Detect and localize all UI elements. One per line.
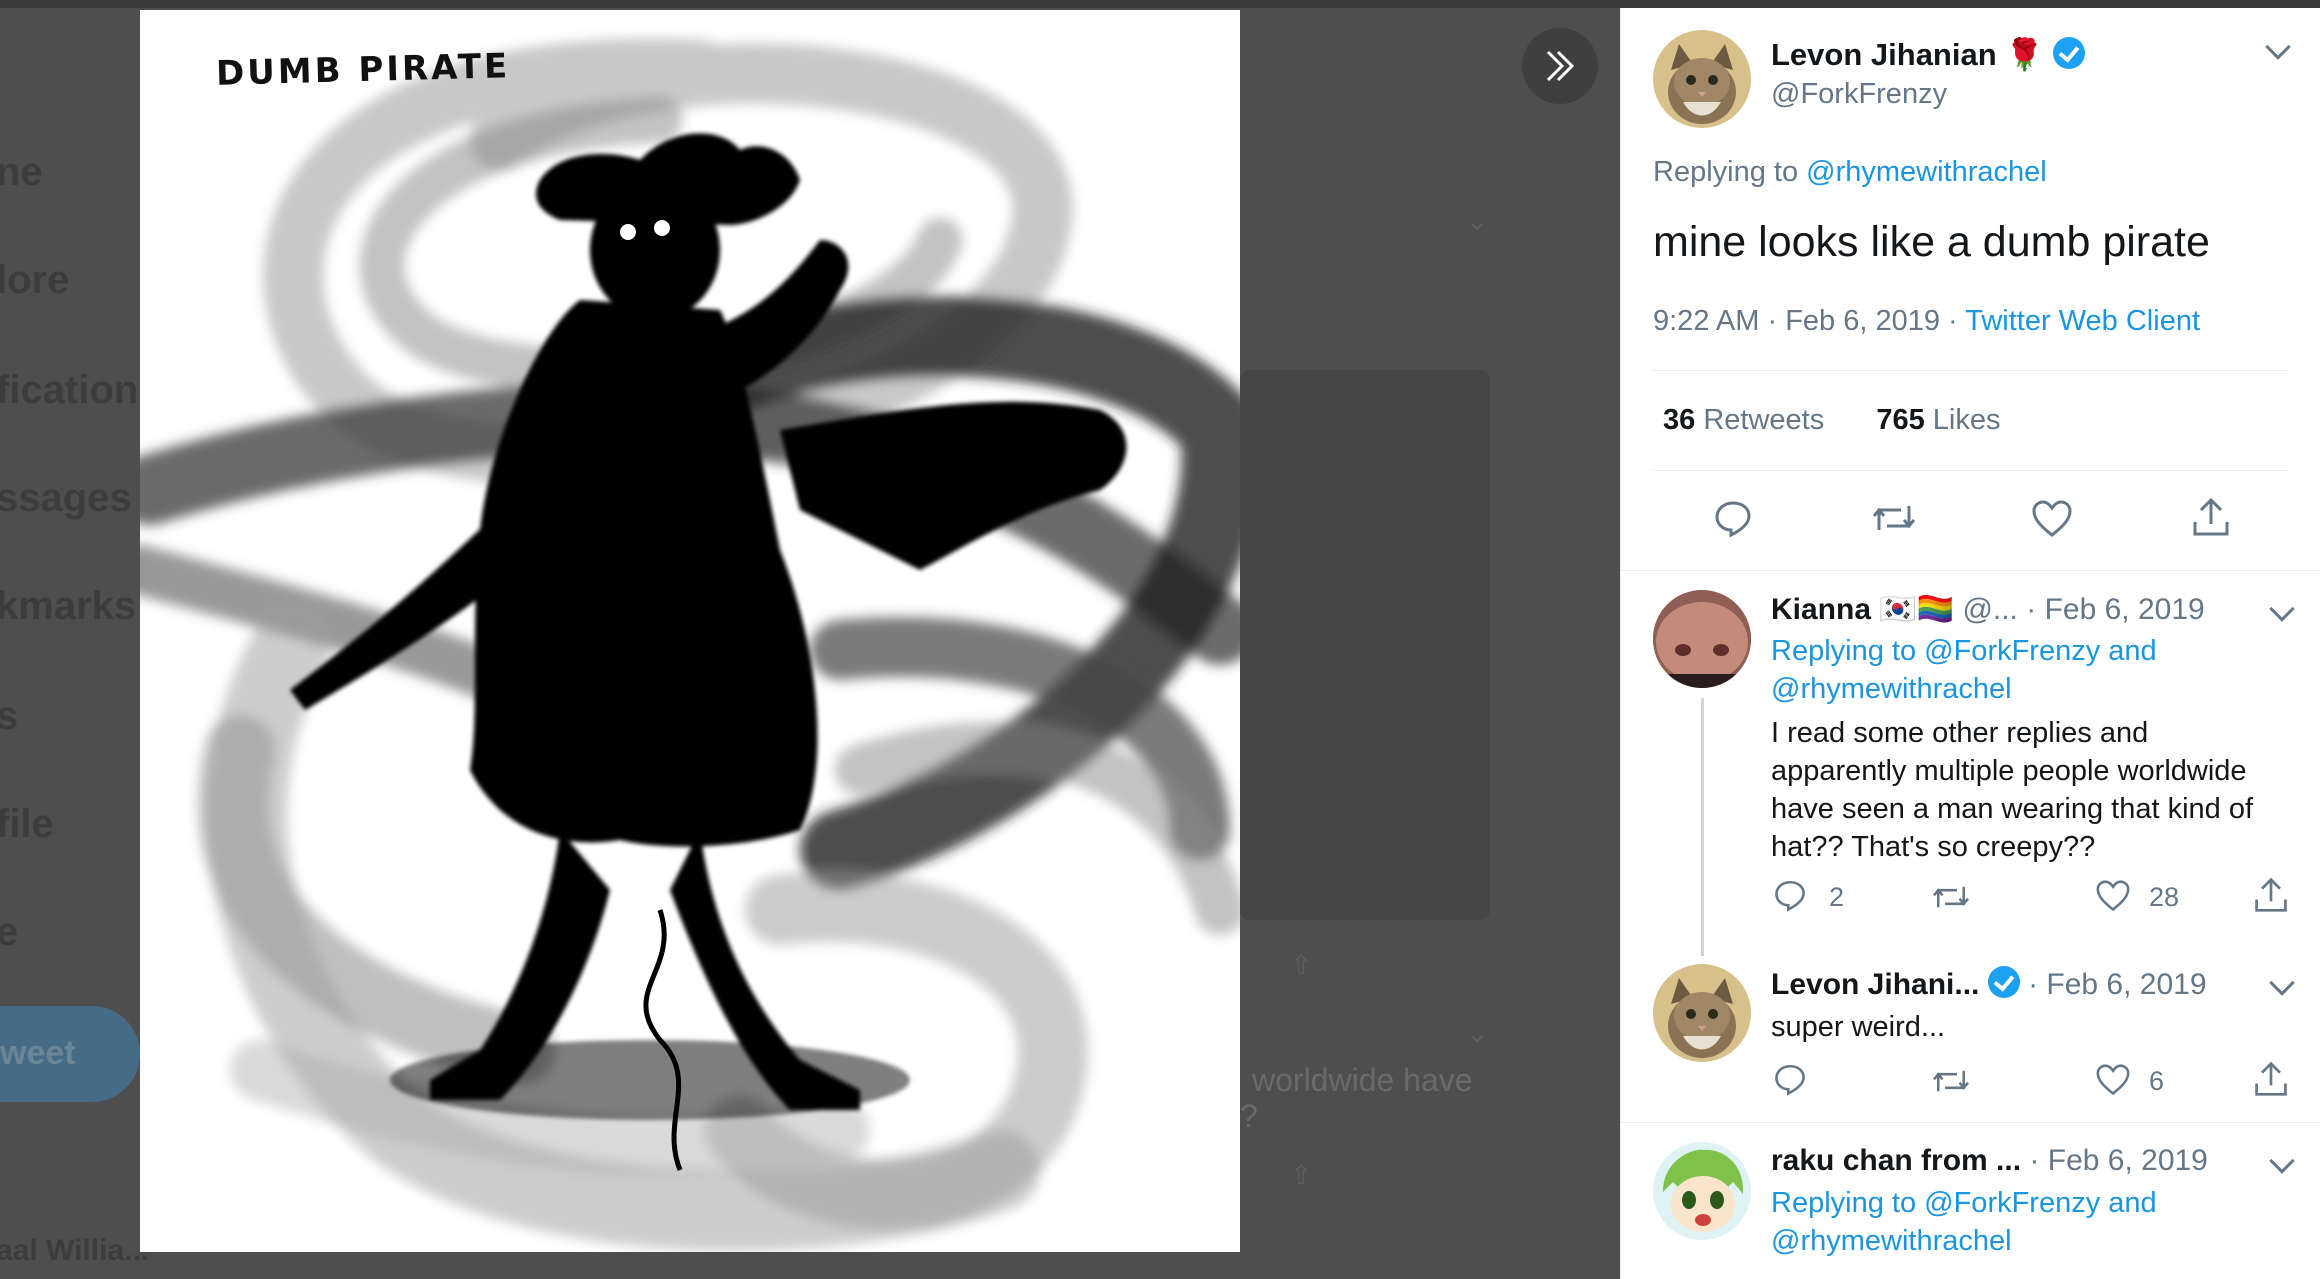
reply-date[interactable]: · Feb 6, 2019 xyxy=(2026,593,2204,626)
reply-icon[interactable] xyxy=(1713,498,1753,538)
double-chevron-right-icon xyxy=(1546,50,1575,82)
verified-badge-icon xyxy=(1987,966,2020,998)
ghost-user: aal Willia... xyxy=(0,1234,150,1267)
author-handle[interactable]: @ForkFrenzy xyxy=(1771,78,1947,111)
author-name[interactable]: Levon Jihanian 🌹 xyxy=(1771,36,2085,73)
replying-to: Replying to @rhymewithrachel xyxy=(1653,156,2047,188)
cat-avatar-icon xyxy=(1653,30,1751,128)
chevron-down-icon[interactable] xyxy=(2269,1148,2295,1174)
rose-emoji: 🌹 xyxy=(2005,37,2044,72)
like-count: 6 xyxy=(2149,1066,2165,1096)
cat-avatar-icon xyxy=(1653,964,1751,1062)
ghost-chevron-icon: ⌄ xyxy=(1466,1018,1488,1048)
nav-ghost-profile: file xyxy=(0,802,54,846)
reply-date[interactable]: · Feb 6, 2019 xyxy=(2029,1144,2207,1177)
tweet-detail-panel: Levon Jihanian 🌹 @ForkFrenzy Replying to… xyxy=(1620,8,2320,1279)
replying-to: Replying to @ForkFrenzy and @rhymewithra… xyxy=(1771,635,2157,705)
nav-ghost-bookmarks: kmarks xyxy=(0,584,137,628)
face-avatar-icon xyxy=(1653,590,1751,688)
nav-ghost-home: ne xyxy=(0,150,43,194)
nav-ghost-messages: ssages xyxy=(0,476,132,520)
avatar[interactable] xyxy=(1653,964,1751,1062)
retweets-stat[interactable]: 36 Retweets xyxy=(1663,404,1824,436)
heart-icon[interactable] xyxy=(2095,880,2131,912)
thread-line xyxy=(1701,698,1704,956)
ghost-share-icon: ⇧ xyxy=(1290,950,1312,980)
tweet-date[interactable]: Feb 6, 2019 xyxy=(1785,305,1940,337)
divider xyxy=(1653,370,2289,371)
share-icon[interactable] xyxy=(2253,876,2289,914)
ghost-share-icon: ⇧ xyxy=(1290,1160,1312,1190)
chevron-down-icon[interactable] xyxy=(2269,596,2295,622)
tweet-text: mine looks like a dumb pirate xyxy=(1653,218,2210,266)
ghost-snippet: worldwide have xyxy=(1252,1062,1473,1098)
verified-badge-icon xyxy=(2052,37,2085,69)
nav-ghost-lists: s xyxy=(0,694,19,738)
replying-to-link[interactable]: @rhymewithrachel xyxy=(1806,156,2047,188)
pirate-silhouette-drawing xyxy=(140,38,1240,1251)
replying-to-link[interactable]: @rhymewithrachel xyxy=(1771,1225,2012,1257)
share-icon[interactable] xyxy=(2253,1060,2289,1098)
tweet-client[interactable]: Twitter Web Client xyxy=(1965,305,2200,337)
replying-to-link[interactable]: @rhymewithrachel xyxy=(1771,673,2012,705)
collapse-panel-button[interactable] xyxy=(1522,28,1598,104)
reply-text: super weird... xyxy=(1771,1011,1946,1043)
avatar[interactable] xyxy=(1653,590,1751,688)
divider xyxy=(1653,470,2289,471)
anime-avatar-icon xyxy=(1653,1142,1751,1240)
reply-count: 2 xyxy=(1829,882,1845,912)
ghost-feed-image xyxy=(1240,370,1490,920)
chevron-down-icon[interactable] xyxy=(2265,34,2291,60)
reply-icon[interactable] xyxy=(1773,878,1807,912)
flag-emojis: 🇰🇷🏳️‍🌈 xyxy=(1879,593,1955,626)
media-image: DUMB PIRATE xyxy=(140,10,1240,1252)
replying-to-link[interactable]: @ForkFrenzy xyxy=(1924,635,2100,667)
share-icon[interactable] xyxy=(2191,496,2231,538)
divider xyxy=(1621,570,2320,571)
avatar[interactable] xyxy=(1653,30,1751,128)
reply-date[interactable]: · Feb 6, 2019 xyxy=(2028,968,2206,1001)
nav-ghost-more: e xyxy=(0,910,19,954)
like-count: 28 xyxy=(2149,882,2180,912)
ghost-snippet-2: ? xyxy=(1240,1098,1258,1134)
avatar[interactable] xyxy=(1653,1142,1751,1240)
tweet-time[interactable]: 9:22 AM xyxy=(1653,305,1759,337)
replying-to: Replying to @ForkFrenzy and @rhymewithra… xyxy=(1771,1187,2157,1257)
reply-author[interactable]: Kianna 🇰🇷🏳️‍🌈 @... · Feb 6, 2019 xyxy=(1771,592,2205,627)
media-caption: DUMB PIRATE xyxy=(215,46,511,94)
heart-icon[interactable] xyxy=(2095,1064,2131,1096)
chevron-down-icon[interactable] xyxy=(2269,970,2295,996)
ghost-tweet-button: weet xyxy=(0,1006,140,1102)
reply-author[interactable]: raku chan from ... · Feb 6, 2019 xyxy=(1771,1144,2208,1178)
reply-author[interactable]: Levon Jihani... · Feb 6, 2019 xyxy=(1771,966,2207,1002)
retweet-icon[interactable] xyxy=(1871,498,1917,538)
tweet-meta: 9:22 AM · Feb 6, 2019 · Twitter Web Clie… xyxy=(1653,305,2201,337)
retweet-icon[interactable] xyxy=(1931,880,1971,914)
reply-text: I read some other replies and apparently… xyxy=(1771,717,2254,863)
tweet-stats: 36 Retweets 765 Likes xyxy=(1663,404,2001,437)
ghost-chevron-icon: ⌄ xyxy=(1466,206,1488,236)
divider xyxy=(1621,1122,2320,1123)
heart-icon[interactable] xyxy=(2031,500,2073,538)
window-top-bar xyxy=(0,0,2320,8)
retweet-icon[interactable] xyxy=(1931,1064,1971,1098)
likes-stat[interactable]: 765 Likes xyxy=(1876,404,2000,436)
replying-to-link[interactable]: @ForkFrenzy xyxy=(1924,1187,2100,1219)
nav-ghost-notifications: fication xyxy=(0,368,139,412)
reply-icon[interactable] xyxy=(1773,1062,1807,1096)
nav-ghost-explore: lore xyxy=(0,258,70,302)
